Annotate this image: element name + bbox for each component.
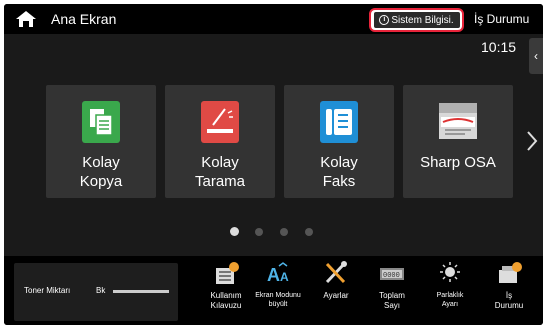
toner-label: Toner Miktarı <box>24 286 71 295</box>
settings-tools-icon <box>325 261 347 284</box>
svg-text:A: A <box>280 270 289 284</box>
job-status-icon <box>499 262 522 283</box>
next-page-arrow-icon[interactable] <box>525 129 539 153</box>
font-size-icon: A A <box>267 262 289 285</box>
manual-icon <box>216 262 239 284</box>
tile-easy-copy[interactable]: Kolay Kopya <box>46 85 156 198</box>
clock: 10:15 <box>481 39 517 55</box>
job-status-bottom-button[interactable]: İş Durumu <box>481 260 537 322</box>
system-info-label: Sistem Bilgisi. <box>391 14 454 26</box>
copy-icon <box>82 101 120 143</box>
home-icon[interactable] <box>15 10 37 28</box>
tile-label: Kolay Tarama <box>194 154 246 190</box>
bottom-bar: Toner Miktarı Bk Kullanım Kılavuzu A A Ek… <box>4 256 543 325</box>
page-dot[interactable] <box>230 227 239 236</box>
tile-label: Kolay Kopya <box>79 154 123 190</box>
button-label: Parlaklık Ayarı <box>436 292 464 308</box>
tile-label: Kolay Faks <box>320 154 358 190</box>
tile-sharp-osa[interactable]: Sharp OSA <box>403 85 513 198</box>
info-icon: i <box>379 15 390 25</box>
home-screen: Ana Ekran i Sistem Bilgisi. İş Durumu 10… <box>4 4 543 325</box>
home-title: Ana Ekran <box>51 11 117 27</box>
total-count-button[interactable]: 0000 Toplam Sayı <box>364 260 420 322</box>
system-info-button[interactable]: i Sistem Bilgisi. <box>373 12 460 28</box>
tile-easy-fax[interactable]: Kolay Faks <box>284 85 394 198</box>
page-dot[interactable] <box>280 228 288 236</box>
toner-channel-label: Bk <box>96 286 106 295</box>
toner-level-bar <box>113 290 169 293</box>
job-status-button[interactable]: İş Durumu <box>474 12 529 26</box>
side-panel-tab[interactable]: ‹ <box>529 38 543 74</box>
page-dot[interactable] <box>255 228 263 236</box>
svg-text:A: A <box>267 265 280 285</box>
scan-icon <box>201 101 239 143</box>
enlarge-display-button[interactable]: A A Ekran Modunu büyült <box>250 260 306 322</box>
tile-easy-scan[interactable]: Kolay Tarama <box>165 85 275 198</box>
page-dot[interactable] <box>305 228 313 236</box>
brightness-icon <box>440 262 460 282</box>
fax-icon <box>320 101 358 143</box>
osa-icon <box>439 103 477 139</box>
top-bar: Ana Ekran i Sistem Bilgisi. İş Durumu <box>4 4 543 34</box>
svg-text:0000: 0000 <box>383 272 400 280</box>
brightness-button[interactable]: Parlaklık Ayarı <box>422 260 478 322</box>
system-info-highlight[interactable]: i Sistem Bilgisi. <box>369 8 464 32</box>
tile-label: Sharp OSA <box>420 154 496 171</box>
toner-level-panel: Toner Miktarı Bk <box>14 263 178 321</box>
settings-button[interactable]: Ayarlar <box>308 260 364 322</box>
counter-icon: 0000 <box>380 268 404 280</box>
button-label: İş Durumu <box>494 291 524 310</box>
